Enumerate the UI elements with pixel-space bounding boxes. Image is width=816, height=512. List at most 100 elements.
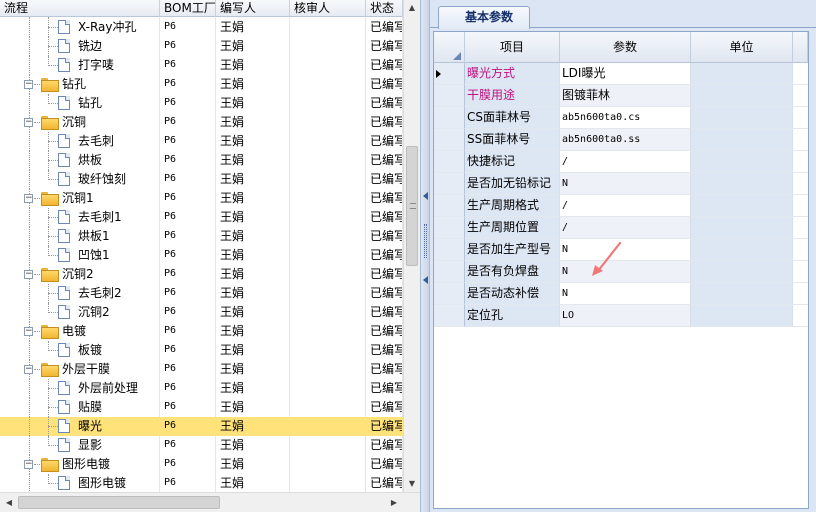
reviewer-cell[interactable] [290,360,366,379]
bom-factory-cell[interactable]: P6 [160,322,216,341]
reviewer-cell[interactable] [290,379,366,398]
tree-horizontal-scrollbar[interactable]: ◀ ▶ [0,492,420,512]
parameter-value-cell[interactable]: N [560,239,691,261]
status-cell[interactable]: 已编写 [366,56,403,75]
status-cell[interactable]: 已编写 [366,265,403,284]
parameter-row[interactable]: 是否加无铅标记 N [434,173,808,195]
reviewer-cell[interactable] [290,151,366,170]
tree-folder-row[interactable]: − 电镀 P6 王娟 已编写 [0,322,403,341]
status-cell[interactable]: 已编写 [366,341,403,360]
column-header-unit[interactable]: 单位 [691,32,793,63]
process-cell[interactable]: 铣边 [0,37,160,56]
process-cell[interactable]: 去毛刺 [0,132,160,151]
collapse-toggle-icon[interactable]: − [24,270,33,279]
author-cell[interactable]: 王娟 [216,284,290,303]
parameter-row[interactable]: 是否动态补偿 N [434,283,808,305]
parameter-value-cell[interactable]: N [560,283,691,305]
status-cell[interactable]: 已编写 [366,379,403,398]
process-cell[interactable]: 钻孔 [0,94,160,113]
author-cell[interactable]: 王娟 [216,398,290,417]
author-cell[interactable]: 王娟 [216,94,290,113]
panel-splitter[interactable] [420,0,430,512]
reviewer-cell[interactable] [290,303,366,322]
reviewer-cell[interactable] [290,398,366,417]
vertical-scroll-thumb[interactable] [406,146,418,266]
reviewer-cell[interactable] [290,417,366,436]
bom-factory-cell[interactable]: P6 [160,284,216,303]
reviewer-cell[interactable] [290,436,366,455]
tree-row[interactable]: 贴膜 P6 王娟 已编写 [0,398,403,417]
author-cell[interactable]: 王娟 [216,37,290,56]
status-cell[interactable]: 已编写 [366,151,403,170]
tree-row[interactable]: 烘板1 P6 王娟 已编写 [0,227,403,246]
process-cell[interactable]: − 电镀 [0,322,160,341]
tab-basic-parameters[interactable]: 基本参数 [438,6,530,29]
process-cell[interactable]: − 沉铜 [0,113,160,132]
process-cell[interactable]: 图形电镀 [0,474,160,492]
parameter-row[interactable]: CS面菲林号 ab5n600ta0.cs [434,107,808,129]
status-cell[interactable]: 已编写 [366,75,403,94]
author-cell[interactable]: 王娟 [216,208,290,227]
process-cell[interactable]: 烘板1 [0,227,160,246]
row-indicator[interactable] [434,283,465,305]
parameter-value-cell[interactable]: N [560,173,691,195]
author-cell[interactable]: 王娟 [216,341,290,360]
reviewer-cell[interactable] [290,455,366,474]
parameter-unit-cell[interactable] [691,261,793,283]
status-cell[interactable]: 已编写 [366,360,403,379]
collapse-toggle-icon[interactable]: − [24,194,33,203]
column-header-bom-factory[interactable]: BOM工厂 [160,0,216,17]
author-cell[interactable]: 王娟 [216,474,290,492]
bom-factory-cell[interactable]: P6 [160,379,216,398]
bom-factory-cell[interactable]: P6 [160,151,216,170]
parameter-row[interactable]: 生产周期位置 / [434,217,808,239]
process-cell[interactable]: 外层前处理 [0,379,160,398]
process-cell[interactable]: − 图形电镀 [0,455,160,474]
parameter-unit-cell[interactable] [691,151,793,173]
status-cell[interactable]: 已编写 [366,284,403,303]
column-header-parameter[interactable]: 参数 [560,32,691,63]
process-cell[interactable]: − 外层干膜 [0,360,160,379]
status-cell[interactable]: 已编写 [366,474,403,492]
tree-row[interactable]: 曝光 P6 王娟 已编写 [0,417,403,436]
process-cell[interactable]: 去毛刺2 [0,284,160,303]
parameter-value-cell[interactable]: / [560,195,691,217]
author-cell[interactable]: 王娟 [216,455,290,474]
tree-folder-row[interactable]: − 沉铜2 P6 王娟 已编写 [0,265,403,284]
reviewer-cell[interactable] [290,322,366,341]
bom-factory-cell[interactable]: P6 [160,113,216,132]
tree-folder-row[interactable]: − 外层干膜 P6 王娟 已编写 [0,360,403,379]
process-cell[interactable]: 曝光 [0,417,160,436]
row-indicator[interactable] [434,173,465,195]
reviewer-cell[interactable] [290,227,366,246]
bom-factory-cell[interactable]: P6 [160,56,216,75]
process-cell[interactable]: 玻纤蚀刻 [0,170,160,189]
status-cell[interactable]: 已编写 [366,246,403,265]
reviewer-cell[interactable] [290,113,366,132]
bom-factory-cell[interactable]: P6 [160,132,216,151]
process-cell[interactable]: − 沉铜1 [0,189,160,208]
reviewer-cell[interactable] [290,189,366,208]
parameter-row[interactable]: 定位孔 LO [434,305,808,327]
collapse-left-arrow-icon[interactable] [423,192,428,200]
parameter-unit-cell[interactable] [691,85,793,107]
author-cell[interactable]: 王娟 [216,151,290,170]
reviewer-cell[interactable] [290,132,366,151]
bom-factory-cell[interactable]: P6 [160,436,216,455]
row-indicator[interactable] [434,239,465,261]
tree-folder-row[interactable]: − 沉铜 P6 王娟 已编写 [0,113,403,132]
status-cell[interactable]: 已编写 [366,94,403,113]
collapse-left-arrow-icon[interactable] [423,276,428,284]
tree-row[interactable]: 显影 P6 王娟 已编写 [0,436,403,455]
tree-row[interactable]: 凹蚀1 P6 王娟 已编写 [0,246,403,265]
bom-factory-cell[interactable]: P6 [160,94,216,113]
reviewer-cell[interactable] [290,37,366,56]
tree-row[interactable]: 去毛刺2 P6 王娟 已编写 [0,284,403,303]
bom-factory-cell[interactable]: P6 [160,75,216,94]
collapse-toggle-icon[interactable]: − [24,327,33,336]
bom-factory-cell[interactable]: P6 [160,398,216,417]
reviewer-cell[interactable] [290,56,366,75]
status-cell[interactable]: 已编写 [366,132,403,151]
parameter-unit-cell[interactable] [691,217,793,239]
reviewer-cell[interactable] [290,94,366,113]
